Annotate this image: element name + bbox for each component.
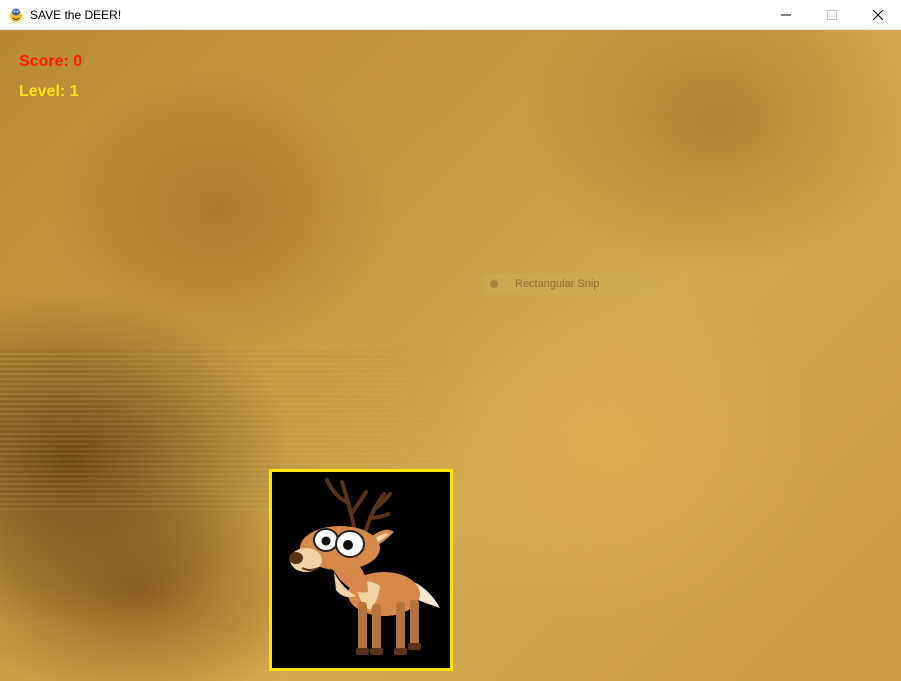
level-label: Level: 1 xyxy=(19,83,79,100)
minimize-button[interactable] xyxy=(763,0,809,29)
window-title: SAVE the DEER! xyxy=(30,7,122,22)
snip-label: Rectangular Snip xyxy=(515,278,600,290)
deer-icon xyxy=(289,478,440,655)
window-controls xyxy=(763,0,901,29)
score-label: Score: 0 xyxy=(19,53,83,70)
maximize-icon xyxy=(827,9,837,20)
player-deer-sprite xyxy=(269,469,453,671)
maximize-button[interactable] xyxy=(809,0,855,29)
minimize-icon xyxy=(781,14,791,15)
window-title-bar: SAVE the DEER! xyxy=(0,0,901,30)
close-icon xyxy=(872,9,884,20)
close-button[interactable] xyxy=(855,0,901,29)
game-canvas[interactable]: Score: 0 Level: 1 Rectangular Snip xyxy=(0,30,901,681)
rectangular-snip-overlay: Rectangular Snip xyxy=(484,274,655,294)
snip-icon xyxy=(490,280,498,288)
pygame-snake-icon xyxy=(10,8,22,22)
